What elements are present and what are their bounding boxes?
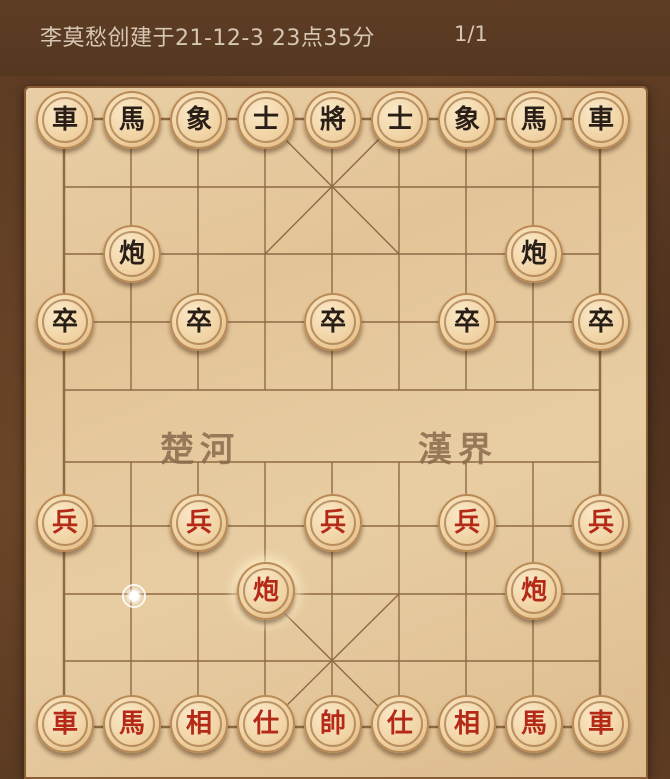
black-advisor-right[interactable]: 士 <box>371 91 429 149</box>
black-horse-left[interactable]: 馬 <box>103 91 161 149</box>
game-title: 李莫愁创建于21-12-3 23点35分 <box>40 26 375 51</box>
red-horse-right[interactable]: 馬 <box>505 695 563 753</box>
black-advisor-left[interactable]: 士 <box>237 91 295 149</box>
chess-board[interactable]: 楚河 漢界 <box>24 86 648 779</box>
red-advisor-right[interactable]: 仕 <box>371 695 429 753</box>
red-soldier-4[interactable]: 兵 <box>438 494 496 552</box>
header-bar: 李莫愁创建于21-12-3 23点35分 1/1 <box>0 0 670 76</box>
red-advisor-left[interactable]: 仕 <box>237 695 295 753</box>
black-cannon-right[interactable]: 炮 <box>505 225 563 283</box>
black-horse-right[interactable]: 馬 <box>505 91 563 149</box>
black-soldier-4[interactable]: 卒 <box>438 293 496 351</box>
black-elephant-right[interactable]: 象 <box>438 91 496 149</box>
red-soldier-1[interactable]: 兵 <box>36 494 94 552</box>
black-elephant-left[interactable]: 象 <box>170 91 228 149</box>
black-soldier-5[interactable]: 卒 <box>572 293 630 351</box>
river-label-chu: 楚河 <box>160 430 240 470</box>
board-grid <box>62 117 602 729</box>
black-soldier-1[interactable]: 卒 <box>36 293 94 351</box>
black-chariot-right[interactable]: 車 <box>572 91 630 149</box>
red-chariot-right[interactable]: 車 <box>572 695 630 753</box>
black-cannon-left[interactable]: 炮 <box>103 225 161 283</box>
black-general[interactable]: 將 <box>304 91 362 149</box>
black-chariot-left[interactable]: 車 <box>36 91 94 149</box>
move-target-marker[interactable] <box>122 584 146 608</box>
red-elephant-right[interactable]: 相 <box>438 695 496 753</box>
red-soldier-3[interactable]: 兵 <box>304 494 362 552</box>
red-soldier-2[interactable]: 兵 <box>170 494 228 552</box>
page-indicator: 1/1 <box>454 22 488 46</box>
red-chariot-left[interactable]: 車 <box>36 695 94 753</box>
red-cannon-left-selected[interactable]: 炮 <box>237 562 295 620</box>
river-label-han: 漢界 <box>418 430 498 470</box>
black-soldier-2[interactable]: 卒 <box>170 293 228 351</box>
red-cannon-right[interactable]: 炮 <box>505 562 563 620</box>
red-soldier-5[interactable]: 兵 <box>572 494 630 552</box>
red-horse-left[interactable]: 馬 <box>103 695 161 753</box>
red-general[interactable]: 帥 <box>304 695 362 753</box>
black-soldier-3[interactable]: 卒 <box>304 293 362 351</box>
red-elephant-left[interactable]: 相 <box>170 695 228 753</box>
